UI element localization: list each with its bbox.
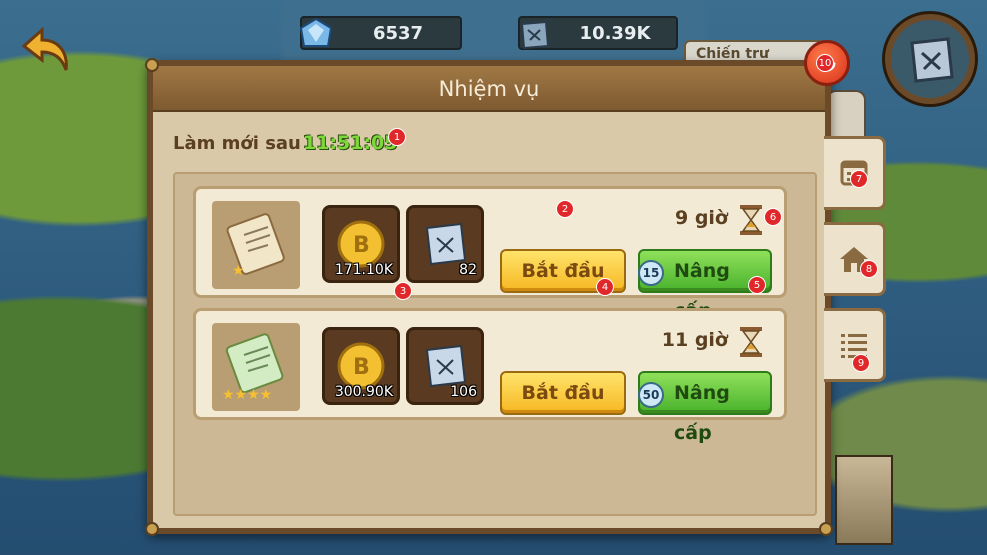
mission-dialog: Nhiệm vụ Làm mới sau 11:51:05 ★ B 171.10… [145,58,833,536]
mission-duration: 11 giờ [661,329,728,351]
scroll-icon: ★ [226,213,285,279]
scroll-bag-icon [520,20,550,50]
scroll-reward: 82 [406,205,484,283]
gem-value: 6537 [372,22,424,44]
mission-list: ★ B 171.10K 82 9 giờ Bắt đầu 15 Nâng ★★★… [173,172,817,516]
corner-ornament [145,522,159,536]
corner-ornament [819,522,833,536]
tab-list[interactable] [824,308,886,382]
marker-7: 7 [850,170,868,188]
upgrade-label: Nâng cấp [674,382,730,444]
marker-8: 8 [860,260,878,278]
player-avatar[interactable] [885,14,975,104]
scroll-counter: 10.39K [518,16,678,50]
marker-10: 10 [816,54,834,72]
scroll-icon: ★★★★ [222,333,284,403]
gem-counter: 6537 [299,16,462,50]
scroll-amount: 106 [450,384,477,400]
marker-5: 5 [748,276,766,294]
refresh-label: Làm mới sau [173,132,301,154]
marker-9: 9 [852,354,870,372]
mission-scroll-icon: ★ [212,201,300,289]
gold-amount: 171.10K [334,262,393,278]
svg-text:★: ★ [232,263,245,279]
marker-2: 2 [556,200,574,218]
scroll-bag-icon [910,37,954,83]
scroll-amount: 82 [459,262,477,278]
marker-4: 4 [596,278,614,296]
upgrade-cost: 15 [638,260,664,286]
svg-text:★★★★: ★★★★ [222,387,272,403]
gold-amount: 300.90K [334,384,393,400]
house-decoration [835,455,893,545]
scroll-reward: 106 [406,327,484,405]
hourglass-icon [740,205,762,235]
upgrade-button[interactable]: 50 Nâng cấp [638,371,772,444]
gem-icon [299,17,333,47]
refresh-time: 11:51:05 [302,132,398,154]
start-button[interactable]: Bắt đầu [500,371,626,415]
svg-text:B: B [353,355,370,380]
tab-home[interactable] [824,222,886,296]
back-arrow-icon [21,26,68,71]
gold-reward: B 171.10K [322,205,400,283]
mission-row: ★★★★ B 300.90K 106 11 giờ Bắt đầu 50 Nân… [193,308,787,444]
refresh-timer: Làm mới sau 11:51:05 [173,132,397,154]
corner-ornament [145,58,159,72]
scroll-value: 10.39K [579,22,651,44]
mission-scroll-icon: ★★★★ [212,323,300,411]
upgrade-cost: 50 [638,382,664,408]
mission-row: ★ B 171.10K 82 9 giờ Bắt đầu 15 Nâng [193,186,787,322]
gold-reward: B 300.90K [322,327,400,405]
marker-3: 3 [394,282,412,300]
dialog-title: Nhiệm vụ [153,66,825,112]
svg-text:B: B [353,233,370,258]
marker-1: 1 [388,128,406,146]
hourglass-icon [740,327,762,357]
mission-duration: 9 giờ [674,207,728,229]
back-button[interactable] [18,20,78,80]
marker-6: 6 [764,208,782,226]
